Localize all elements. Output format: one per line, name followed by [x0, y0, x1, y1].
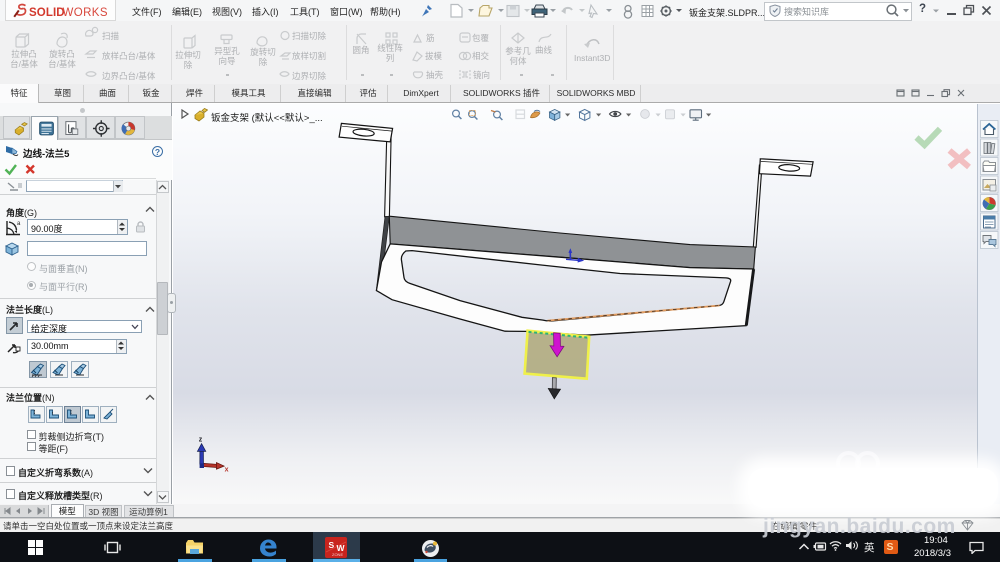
svg-text:WORKS: WORKS — [63, 7, 108, 19]
svg-text:ZONE: ZONE — [332, 552, 343, 557]
svg-text:S: S — [329, 540, 335, 550]
svg-text:x: x — [225, 467, 229, 474]
svg-text:SOLID: SOLID — [29, 7, 65, 19]
svg-text:z: z — [199, 437, 203, 444]
svg-text:a: a — [17, 221, 21, 227]
